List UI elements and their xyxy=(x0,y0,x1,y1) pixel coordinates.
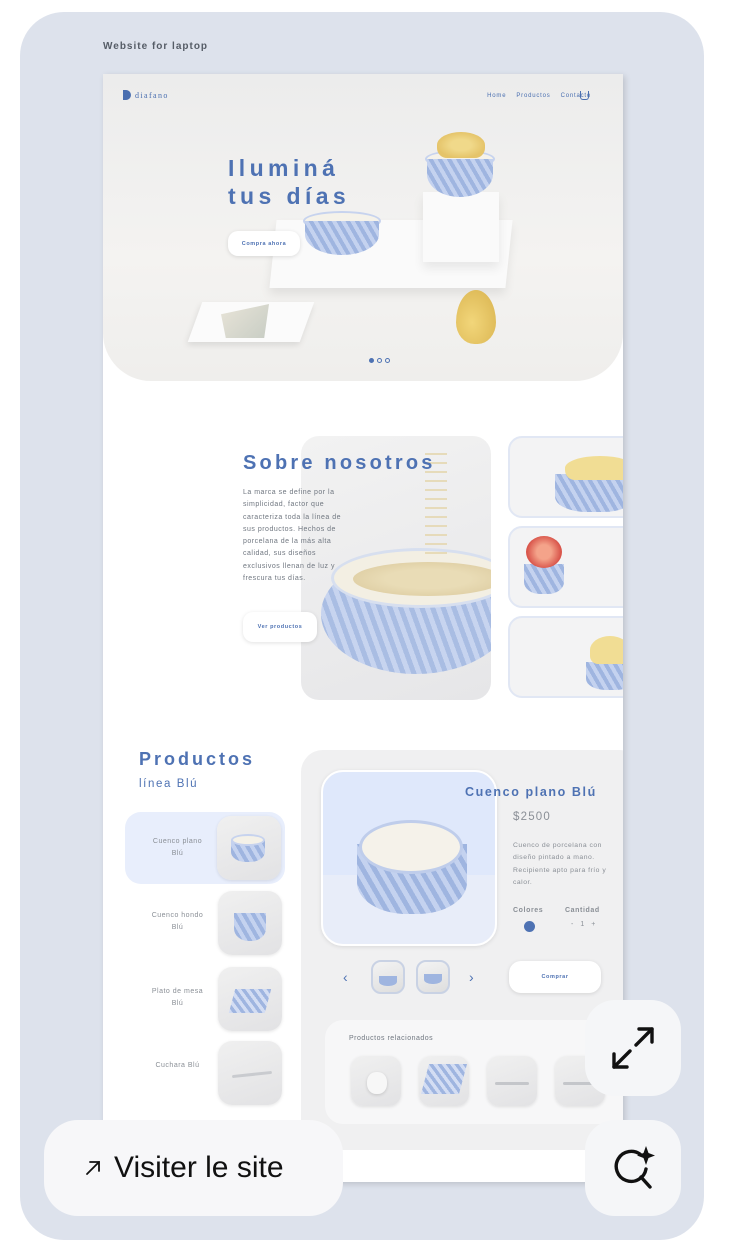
product-item[interactable]: Cuenco hondo Blú xyxy=(125,888,285,960)
cart-icon[interactable] xyxy=(580,91,589,100)
product-name: Cuenco plano Blú xyxy=(465,785,597,799)
product-description: Cuenco de porcelana con diseño pintado a… xyxy=(513,842,607,887)
site-logo[interactable]: diafano xyxy=(123,90,169,100)
visual-search-button[interactable] xyxy=(585,1120,681,1216)
thumb-bowl-rim xyxy=(231,834,265,846)
visit-site-button[interactable]: Visiter le site xyxy=(44,1120,343,1216)
gallery-thumb-1[interactable] xyxy=(371,960,405,994)
carousel-dot-1[interactable] xyxy=(369,358,374,363)
mini-bowl xyxy=(424,974,442,984)
product-item-label: Plato de mesa Blú xyxy=(151,988,204,1007)
website-preview[interactable]: diafano Home Productos Contacto Iluminá … xyxy=(103,74,623,1182)
hero-title-line1: Iluminá xyxy=(228,155,340,181)
related-products: Productos relacionados xyxy=(325,1020,623,1124)
hero-title: Iluminá tus días xyxy=(228,154,428,210)
buy-button[interactable]: Comprar xyxy=(509,961,601,993)
hero-title-line2: tus días xyxy=(228,183,351,209)
products-subtitle: línea Blú xyxy=(139,778,199,790)
product-item-label: Cuenco plano Blú xyxy=(152,838,203,857)
quantity-minus-button[interactable]: - xyxy=(571,921,573,928)
pear xyxy=(456,290,496,344)
tile-fruit xyxy=(565,456,623,480)
visit-site-label: Visiter le site xyxy=(114,1151,284,1184)
logo-text: diafano xyxy=(135,90,169,100)
tile-grapefruit xyxy=(526,536,562,568)
nav-productos[interactable]: Productos xyxy=(516,93,550,99)
gallery-thumb-2[interactable] xyxy=(416,960,450,994)
site-nav: Home Productos Contacto xyxy=(487,93,591,99)
product-item[interactable]: Cuchara Blú xyxy=(125,1040,285,1112)
thumb-spoon xyxy=(231,1070,273,1079)
chevron-right-icon[interactable]: › xyxy=(469,969,474,985)
product-item[interactable]: Cuenco plano Blú xyxy=(125,812,285,884)
carousel-dot-3[interactable] xyxy=(385,358,390,363)
tile-bowl xyxy=(586,662,623,690)
related-products-label: Productos relacionados xyxy=(349,1035,434,1042)
related-sugar-bowl xyxy=(367,1072,387,1094)
thumb-bowl xyxy=(234,913,266,941)
tile-bowl xyxy=(524,564,564,594)
detail-bowl-rim xyxy=(359,820,463,874)
expand-button[interactable] xyxy=(585,1000,681,1096)
tile-fruit xyxy=(590,636,623,664)
quantity-value: 1 xyxy=(580,921,585,928)
pear-slices xyxy=(437,132,485,158)
product-thumb xyxy=(218,1041,282,1105)
nav-home[interactable]: Home xyxy=(487,93,506,99)
product-item[interactable]: Plato de mesa Blú xyxy=(125,964,285,1036)
quantity-plus-button[interactable]: + xyxy=(591,921,595,928)
hero-pedestal-small xyxy=(423,192,499,262)
product-thumb xyxy=(218,891,282,955)
about-text: La marca se define por la simplicidad, f… xyxy=(243,489,342,583)
gallery-tile-pear-bowl[interactable] xyxy=(508,436,623,518)
related-plate xyxy=(420,1064,468,1094)
products-title: Productos xyxy=(139,749,256,769)
chevron-left-icon[interactable]: ‹ xyxy=(343,969,348,985)
related-thumb[interactable] xyxy=(351,1056,401,1106)
carousel-dots xyxy=(369,358,390,363)
related-spoon xyxy=(495,1082,529,1085)
carousel-dot-2[interactable] xyxy=(377,358,382,363)
quantity-stepper: - 1 + xyxy=(571,921,595,928)
gallery-tile-pear[interactable] xyxy=(508,616,623,698)
product-item-label: Cuenco hondo Blú xyxy=(151,912,204,931)
quantity-label: Cantidad xyxy=(565,907,600,914)
thumb-plate xyxy=(228,989,272,1013)
expand-icon xyxy=(612,1027,654,1069)
preview-caption: Website for laptop xyxy=(103,41,209,52)
related-thumb[interactable] xyxy=(419,1056,469,1106)
product-thumb xyxy=(218,967,282,1031)
product-price: $2500 xyxy=(513,811,551,823)
sparkle-search-icon xyxy=(614,1146,655,1189)
product-thumb xyxy=(217,816,281,880)
buy-now-button[interactable]: Compra ahora xyxy=(228,231,300,256)
rice xyxy=(353,562,491,596)
logo-mark-icon xyxy=(123,90,131,100)
product-detail-panel: Cuenco plano Blú $2500 Cuenco de porcela… xyxy=(301,750,623,1150)
product-item-label: Cuchara Blú xyxy=(155,1062,200,1069)
color-swatch[interactable] xyxy=(524,921,535,932)
colors-label: Colores xyxy=(513,907,544,914)
hero-banner: diafano Home Productos Contacto Iluminá … xyxy=(103,74,623,381)
related-thumb[interactable] xyxy=(487,1056,537,1106)
gallery-tile-grapefruit[interactable] xyxy=(508,526,623,608)
mini-bowl xyxy=(379,976,397,986)
arrow-up-right-icon xyxy=(86,1161,100,1175)
view-products-button[interactable]: Ver productos xyxy=(243,612,317,642)
about-title: Sobre nosotros xyxy=(243,452,436,474)
